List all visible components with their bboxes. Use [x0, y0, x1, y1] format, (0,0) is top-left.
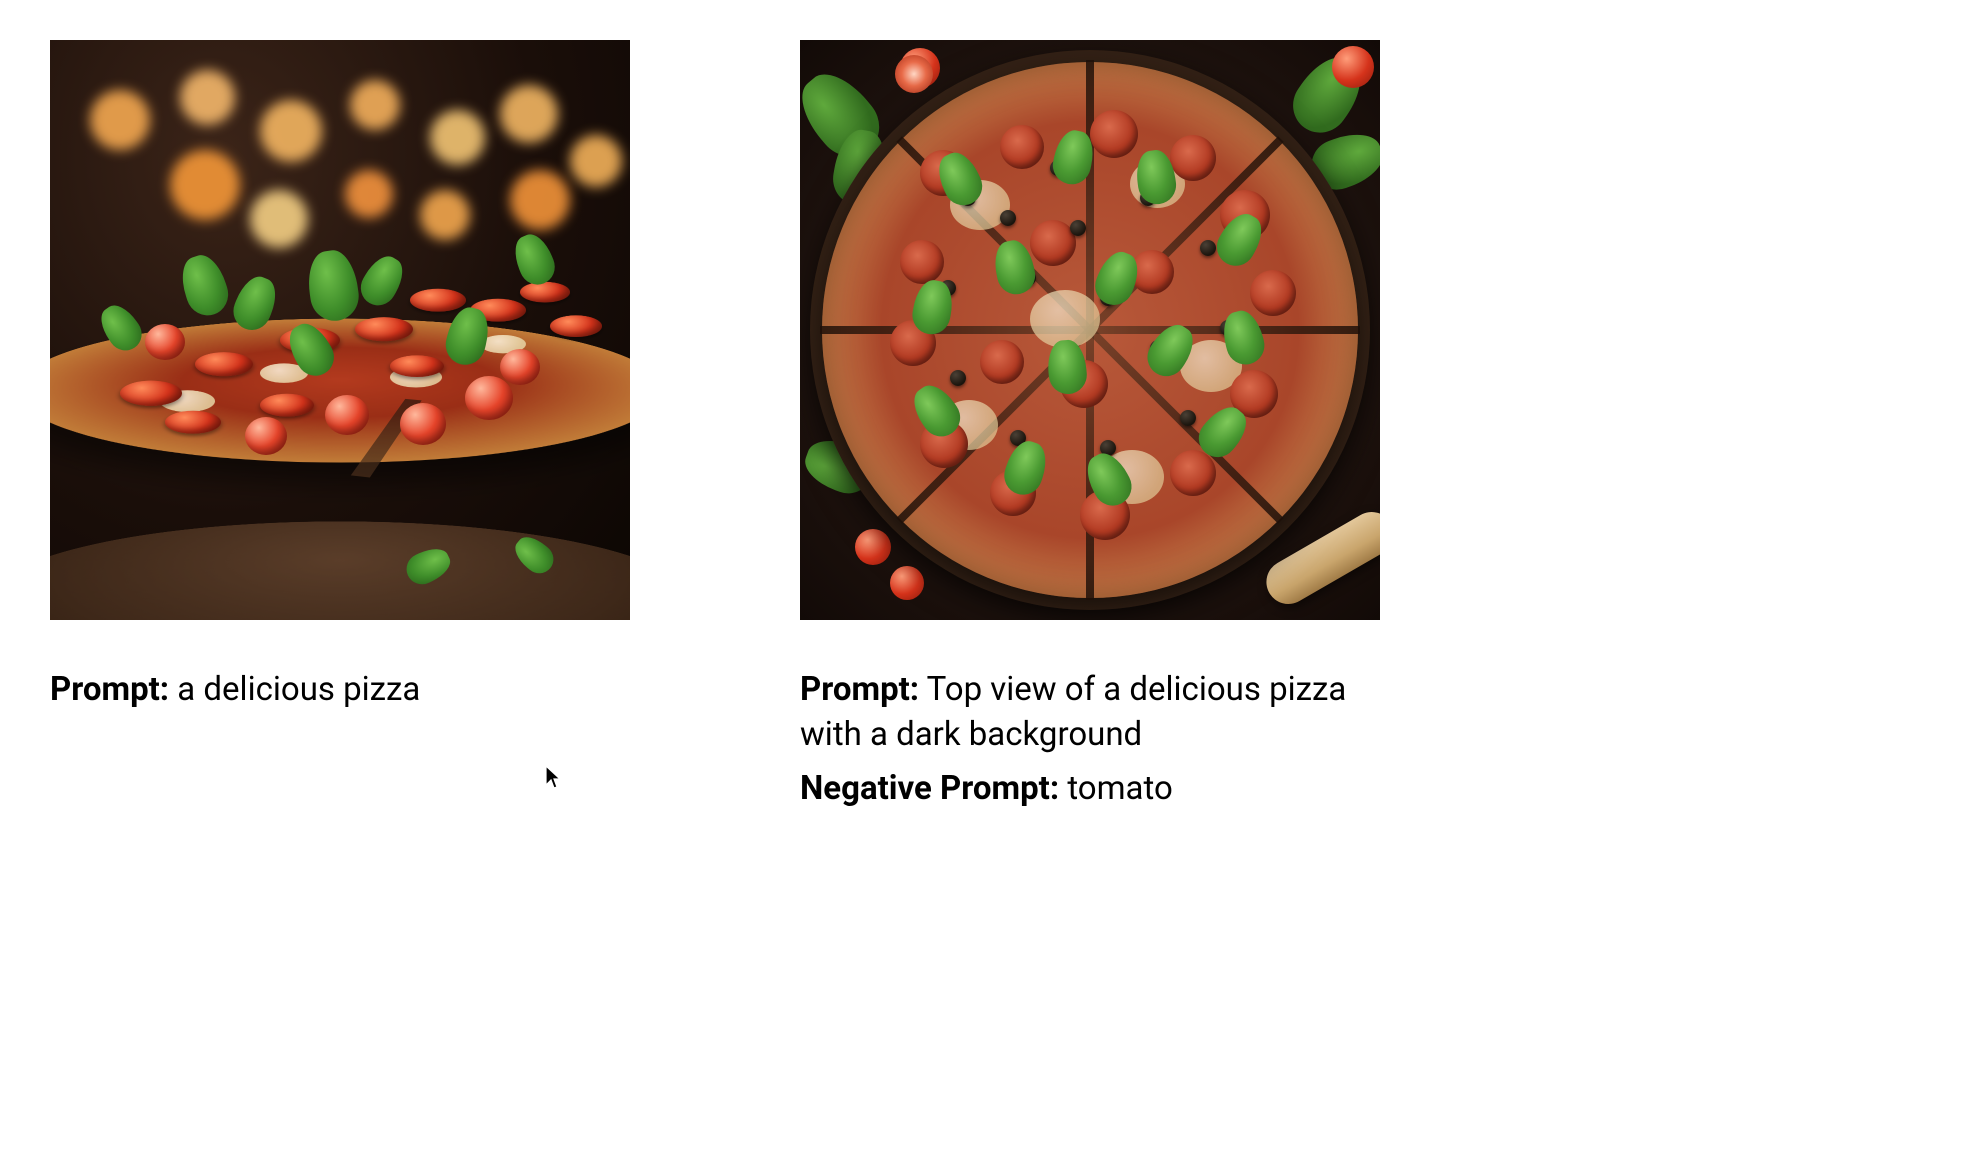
generated-image: [50, 40, 630, 620]
example-card: Prompt: a delicious pizza: [50, 40, 630, 822]
caption: Prompt: Top view of a delicious pizza wi…: [800, 668, 1380, 822]
caption: Prompt: a delicious pizza: [50, 668, 630, 723]
field-value: a delicious pizza: [177, 670, 420, 709]
field-value: tomato: [1067, 769, 1172, 808]
example-gallery: Prompt: a delicious pizza: [50, 40, 1914, 822]
field-label: Prompt:: [800, 670, 919, 709]
field-label: Negative Prompt:: [800, 769, 1059, 808]
field-label: Prompt:: [50, 670, 169, 709]
example-card: Prompt: Top view of a delicious pizza wi…: [800, 40, 1380, 822]
generated-image: [800, 40, 1380, 620]
